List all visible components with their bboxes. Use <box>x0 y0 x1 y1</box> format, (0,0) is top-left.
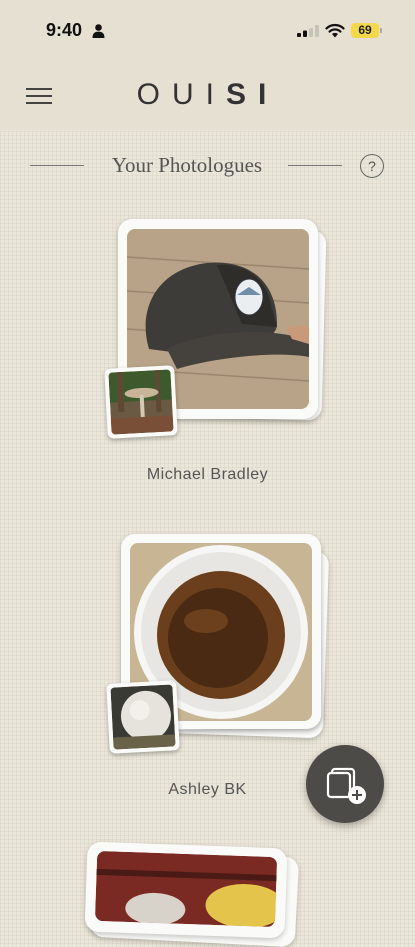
thumbnail-photo <box>108 369 174 435</box>
logo-light-part: OUI <box>136 78 226 111</box>
divider-right <box>288 165 342 166</box>
person-icon <box>92 24 105 38</box>
battery-level: 69 <box>358 23 372 37</box>
status-time: 9:40 <box>46 20 83 40</box>
add-photologue-button[interactable] <box>306 745 384 823</box>
page-title: Your Photologues <box>111 153 263 177</box>
main-photo <box>94 850 278 928</box>
help-icon[interactable]: ? <box>360 154 384 178</box>
add-photos-icon <box>326 767 366 804</box>
signal-icon <box>297 25 319 37</box>
divider-left <box>30 165 84 166</box>
app-logo: OUISI <box>0 78 415 112</box>
app-header: OUISI <box>0 62 415 130</box>
polaroid-front <box>84 841 288 939</box>
wifi-icon <box>325 23 345 38</box>
battery-icon: 69 <box>351 23 379 38</box>
status-bar: 9:40 69 <box>0 0 415 62</box>
thumbnail-photo-frame <box>106 680 180 754</box>
logo-bold-part: SI <box>225 78 279 111</box>
photologue-owner-name[interactable]: Michael Bradley <box>0 466 415 484</box>
section-header: Your Photologues ? <box>30 150 385 182</box>
thumbnail-photo-frame <box>104 365 178 439</box>
thumbnail-photo <box>110 684 176 750</box>
battery-tip <box>380 28 382 33</box>
